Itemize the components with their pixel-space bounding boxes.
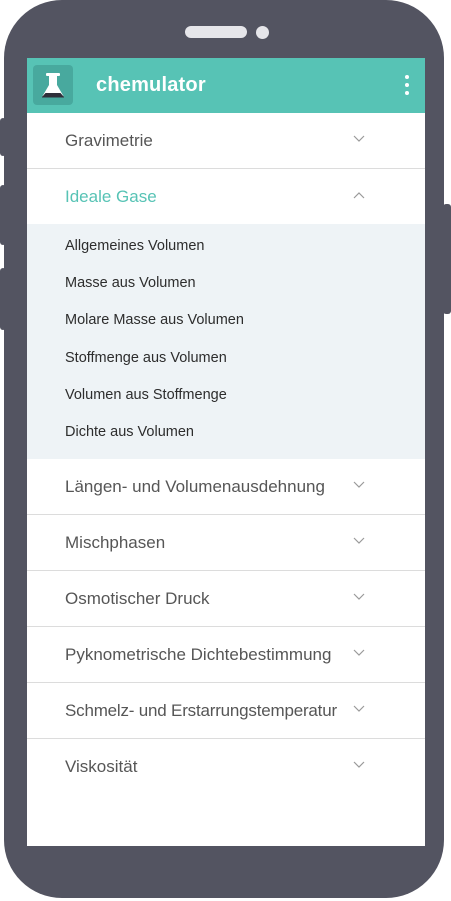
submenu-item-volumen-aus-stoffmenge[interactable]: Volumen aus Stoffmenge <box>27 377 425 414</box>
submenu-item-masse-aus-volumen[interactable]: Masse aus Volumen <box>27 265 425 302</box>
flask-logo-icon <box>33 65 73 105</box>
chevron-down-icon <box>353 593 365 600</box>
phone-speaker <box>185 26 247 38</box>
phone-side-button <box>0 268 6 330</box>
section-schmelz-erstarrungstemperatur[interactable]: Schmelz- und Erstarrungstemperatur <box>27 683 425 740</box>
submenu-item-molare-masse-aus-volumen[interactable]: Molare Masse aus Volumen <box>27 302 425 339</box>
section-label: Pyknometrische Dichtebestimmung <box>65 645 332 665</box>
category-list: Gravimetrie Ideale Gase Allgemeines Volu… <box>27 113 425 794</box>
phone-side-button <box>0 118 6 156</box>
app-screen: chemulator Gravimetrie Ideale Gase Allge… <box>27 58 425 846</box>
app-title: chemulator <box>96 74 206 96</box>
section-ideale-gase[interactable]: Ideale Gase <box>27 169 425 224</box>
section-viskositaet[interactable]: Viskosität <box>27 739 425 794</box>
chevron-down-icon <box>353 761 365 768</box>
section-label: Viskosität <box>65 757 138 777</box>
app-bar: chemulator <box>27 58 425 113</box>
section-laengen-volumenausdehnung[interactable]: Längen- und Volumenausdehnung <box>27 459 425 516</box>
chevron-up-icon <box>353 192 365 199</box>
phone-side-button <box>0 185 6 245</box>
chevron-down-icon <box>353 135 365 142</box>
section-mischphasen[interactable]: Mischphasen <box>27 515 425 572</box>
section-pyknometrische-dichtebestimmung[interactable]: Pyknometrische Dichtebestimmung <box>27 627 425 684</box>
section-label: Längen- und Volumenausdehnung <box>65 477 325 497</box>
section-label: Gravimetrie <box>65 131 153 150</box>
section-osmotischer-druck[interactable]: Osmotischer Druck <box>27 571 425 628</box>
phone-camera <box>256 26 269 39</box>
section-label: Osmotischer Druck <box>65 589 210 609</box>
ideale-gase-submenu: Allgemeines Volumen Masse aus Volumen Mo… <box>27 224 425 460</box>
section-gravimetrie[interactable]: Gravimetrie <box>27 113 425 169</box>
phone-side-button <box>443 204 451 314</box>
submenu-item-allgemeines-volumen[interactable]: Allgemeines Volumen <box>27 228 425 265</box>
chevron-down-icon <box>353 705 365 712</box>
section-label: Schmelz- und Erstarrungstemperatur <box>65 701 337 721</box>
overflow-menu-icon[interactable] <box>401 75 413 95</box>
chevron-down-icon <box>353 649 365 656</box>
chevron-down-icon <box>353 537 365 544</box>
chevron-down-icon <box>353 481 365 488</box>
submenu-item-stoffmenge-aus-volumen[interactable]: Stoffmenge aus Volumen <box>27 340 425 377</box>
section-label: Ideale Gase <box>65 187 157 206</box>
submenu-item-dichte-aus-volumen[interactable]: Dichte aus Volumen <box>27 414 425 451</box>
section-label: Mischphasen <box>65 533 166 553</box>
